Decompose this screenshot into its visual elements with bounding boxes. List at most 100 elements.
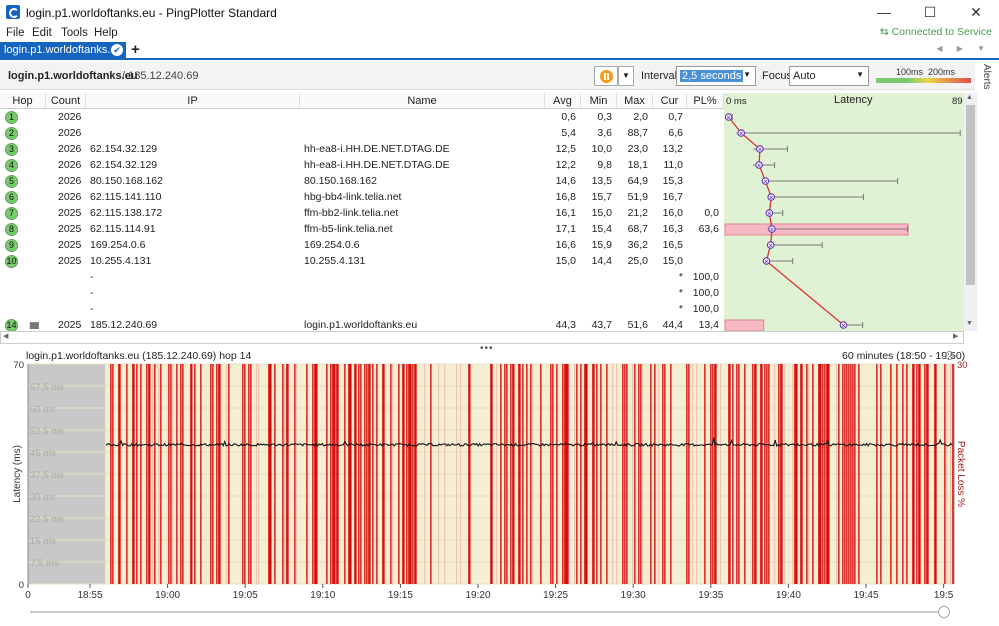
- col-header-avg[interactable]: Avg: [545, 93, 581, 109]
- scroll-left-icon[interactable]: ◀: [3, 332, 8, 340]
- cell-cur: 15,3: [662, 175, 683, 187]
- tab-target[interactable]: login.p1.worldoftanks.eu ✔: [0, 42, 126, 60]
- packet-loss-stripe: [244, 364, 246, 584]
- focus-select[interactable]: Auto ▼: [789, 66, 869, 86]
- packet-loss-stripe: [126, 364, 128, 584]
- table-row[interactable]: 9 2025 169.254.0.6 169.254.0.6 16,6 15,9 36,2 1…: [0, 237, 724, 253]
- packet-loss-stripe: [210, 364, 212, 584]
- packet-loss-stripe: [194, 364, 196, 584]
- maximize-button[interactable]: ☐: [907, 0, 953, 25]
- packet-loss-stripe: [358, 364, 360, 584]
- table-row[interactable]: 2 2026 5,4 3,6 88,7 6,6: [0, 125, 724, 141]
- menu-tools[interactable]: Tools: [61, 27, 88, 39]
- cell-name: hh-ea8-i.HH.DE.NET.DTAG.DE: [304, 143, 450, 155]
- hop-number-badge: 1: [5, 111, 18, 124]
- packet-loss-stripe: [934, 364, 937, 584]
- table-vertical-scrollbar[interactable]: ▲ ▼: [964, 93, 977, 331]
- alerts-panel-tab[interactable]: Alerts: [978, 62, 999, 102]
- col-header-max[interactable]: Max: [617, 93, 653, 109]
- x-tick-label: 19:35: [698, 590, 723, 600]
- time-slider-handle[interactable]: [938, 606, 950, 618]
- table-row[interactable]: 8 2025 62.115.114.91 ffm-b5-link.telia.net 1…: [0, 221, 724, 237]
- cell-name: ffm-b5-link.telia.net: [304, 223, 393, 235]
- packet-loss-stripe: [754, 364, 757, 584]
- col-header-ip[interactable]: IP: [86, 93, 300, 109]
- menu-help[interactable]: Help: [94, 27, 118, 39]
- cell-cur: *: [678, 287, 683, 299]
- interval-select[interactable]: 2,5 seconds ▼: [676, 66, 756, 86]
- menu-file[interactable]: File: [6, 27, 25, 39]
- scroll-thumb[interactable]: [966, 105, 975, 285]
- connection-status[interactable]: ⇆ Connected to Service: [880, 26, 992, 38]
- y-axis-title: Latency (ms): [12, 445, 23, 503]
- cell-count: 2026: [58, 127, 82, 139]
- menu-edit[interactable]: Edit: [32, 27, 52, 39]
- cell-cur: 16,5: [662, 239, 683, 251]
- packet-loss-stripe: [876, 364, 878, 584]
- hop-number-badge: 8: [5, 223, 18, 236]
- table-row[interactable]: 6 2026 62.115.141.110 hbg-bb4-link.telia.ne…: [0, 189, 724, 205]
- table-row[interactable]: - * 100,0: [0, 269, 724, 285]
- cell-ip: 62.154.32.129: [90, 159, 158, 171]
- table-row[interactable]: - * 100,0: [0, 301, 724, 317]
- target-toolbar: login.p1.worldoftanks.eu / 185.12.240.69…: [0, 62, 975, 90]
- chevron-down-icon: ▼: [743, 70, 751, 79]
- pause-button[interactable]: [594, 66, 618, 86]
- table-row[interactable]: 7 2025 62.115.138.172 ffm-bb2-link.telia.ne…: [0, 205, 724, 221]
- latency-cur-mark: ×: [770, 227, 774, 234]
- packet-loss-stripe: [850, 364, 852, 584]
- col-header-cur[interactable]: Cur: [653, 93, 687, 109]
- x-tick-label: 19:10: [310, 590, 335, 600]
- minor-loss-stripe: [438, 364, 440, 584]
- cell-max: 88,7: [627, 127, 648, 139]
- latency-axis-max: 89: [952, 96, 963, 107]
- col-header-min[interactable]: Min: [581, 93, 617, 109]
- add-tab-button[interactable]: +: [131, 41, 140, 58]
- close-button[interactable]: ✕: [953, 0, 999, 25]
- latency-header[interactable]: Latency: [834, 94, 873, 106]
- x-tick-label: 19:40: [776, 590, 801, 600]
- minimize-button[interactable]: —: [861, 0, 907, 25]
- chevron-down-icon[interactable]: ⌄: [945, 351, 954, 360]
- packet-loss-stripe: [728, 364, 731, 584]
- packet-loss-stripe: [118, 364, 121, 584]
- cell-name: [304, 301, 539, 317]
- cell-ip: 62.115.141.110: [90, 191, 162, 203]
- packet-loss-stripe: [800, 364, 803, 584]
- scroll-right-icon[interactable]: ▶: [953, 332, 958, 340]
- pane-splitter[interactable]: •••: [480, 343, 494, 354]
- cell-max: 18,1: [627, 159, 648, 171]
- table-row[interactable]: 4 2026 62.154.32.129 hh-ea8-i.HH.DE.NET.DTA…: [0, 157, 724, 173]
- packet-loss-stripe: [490, 364, 493, 584]
- timeline-graph: 70 67,5 ms 60 ms 52,5 ms 45 ms 37,5 ms 30 ms 22…: [12, 360, 968, 600]
- packet-loss-stripe: [844, 364, 846, 584]
- scroll-down-icon[interactable]: ▼: [966, 320, 973, 327]
- time-slider[interactable]: [30, 604, 954, 620]
- minor-loss-stripe: [284, 364, 286, 584]
- col-header-hop[interactable]: Hop: [0, 93, 46, 109]
- minor-loss-stripe: [444, 364, 446, 584]
- y-tick-label: 22,5 ms: [30, 514, 64, 525]
- packet-loss-stripe: [714, 364, 717, 584]
- table-row[interactable]: - * 100,0: [0, 285, 724, 301]
- table-row[interactable]: 5 2026 80.150.168.162 80.150.168.162 14,6 13,…: [0, 173, 724, 189]
- table-row[interactable]: 1 2026 0,6 0,3 2,0 0,7: [0, 109, 724, 125]
- minor-loss-stripe: [158, 364, 160, 584]
- minor-loss-stripe: [574, 364, 576, 584]
- table-row[interactable]: 10 2025 10.255.4.131 10.255.4.131 15,0 14,4 25…: [0, 253, 724, 269]
- col-header-pl[interactable]: PL%: [687, 93, 724, 109]
- col-header-name[interactable]: Name: [300, 93, 545, 109]
- pause-dropdown-button[interactable]: ▼: [618, 66, 634, 86]
- tab-nav-arrows[interactable]: ◀ ▶ ▼: [936, 44, 991, 53]
- minor-loss-stripe: [150, 364, 152, 584]
- col-header-count[interactable]: Count: [46, 93, 86, 109]
- scroll-up-icon[interactable]: ▲: [966, 94, 973, 101]
- hop-number-badge: 9: [5, 239, 18, 252]
- table-row[interactable]: 3 2026 62.154.32.129 hh-ea8-i.HH.DE.NET.DTA…: [0, 141, 724, 157]
- packet-loss-stripe: [306, 364, 308, 584]
- packet-loss-stripe: [344, 364, 346, 584]
- packet-loss-stripe: [160, 364, 162, 584]
- packet-loss-stripe: [556, 364, 558, 584]
- packet-loss-stripe: [736, 364, 738, 584]
- cell-count: 2025: [58, 207, 82, 219]
